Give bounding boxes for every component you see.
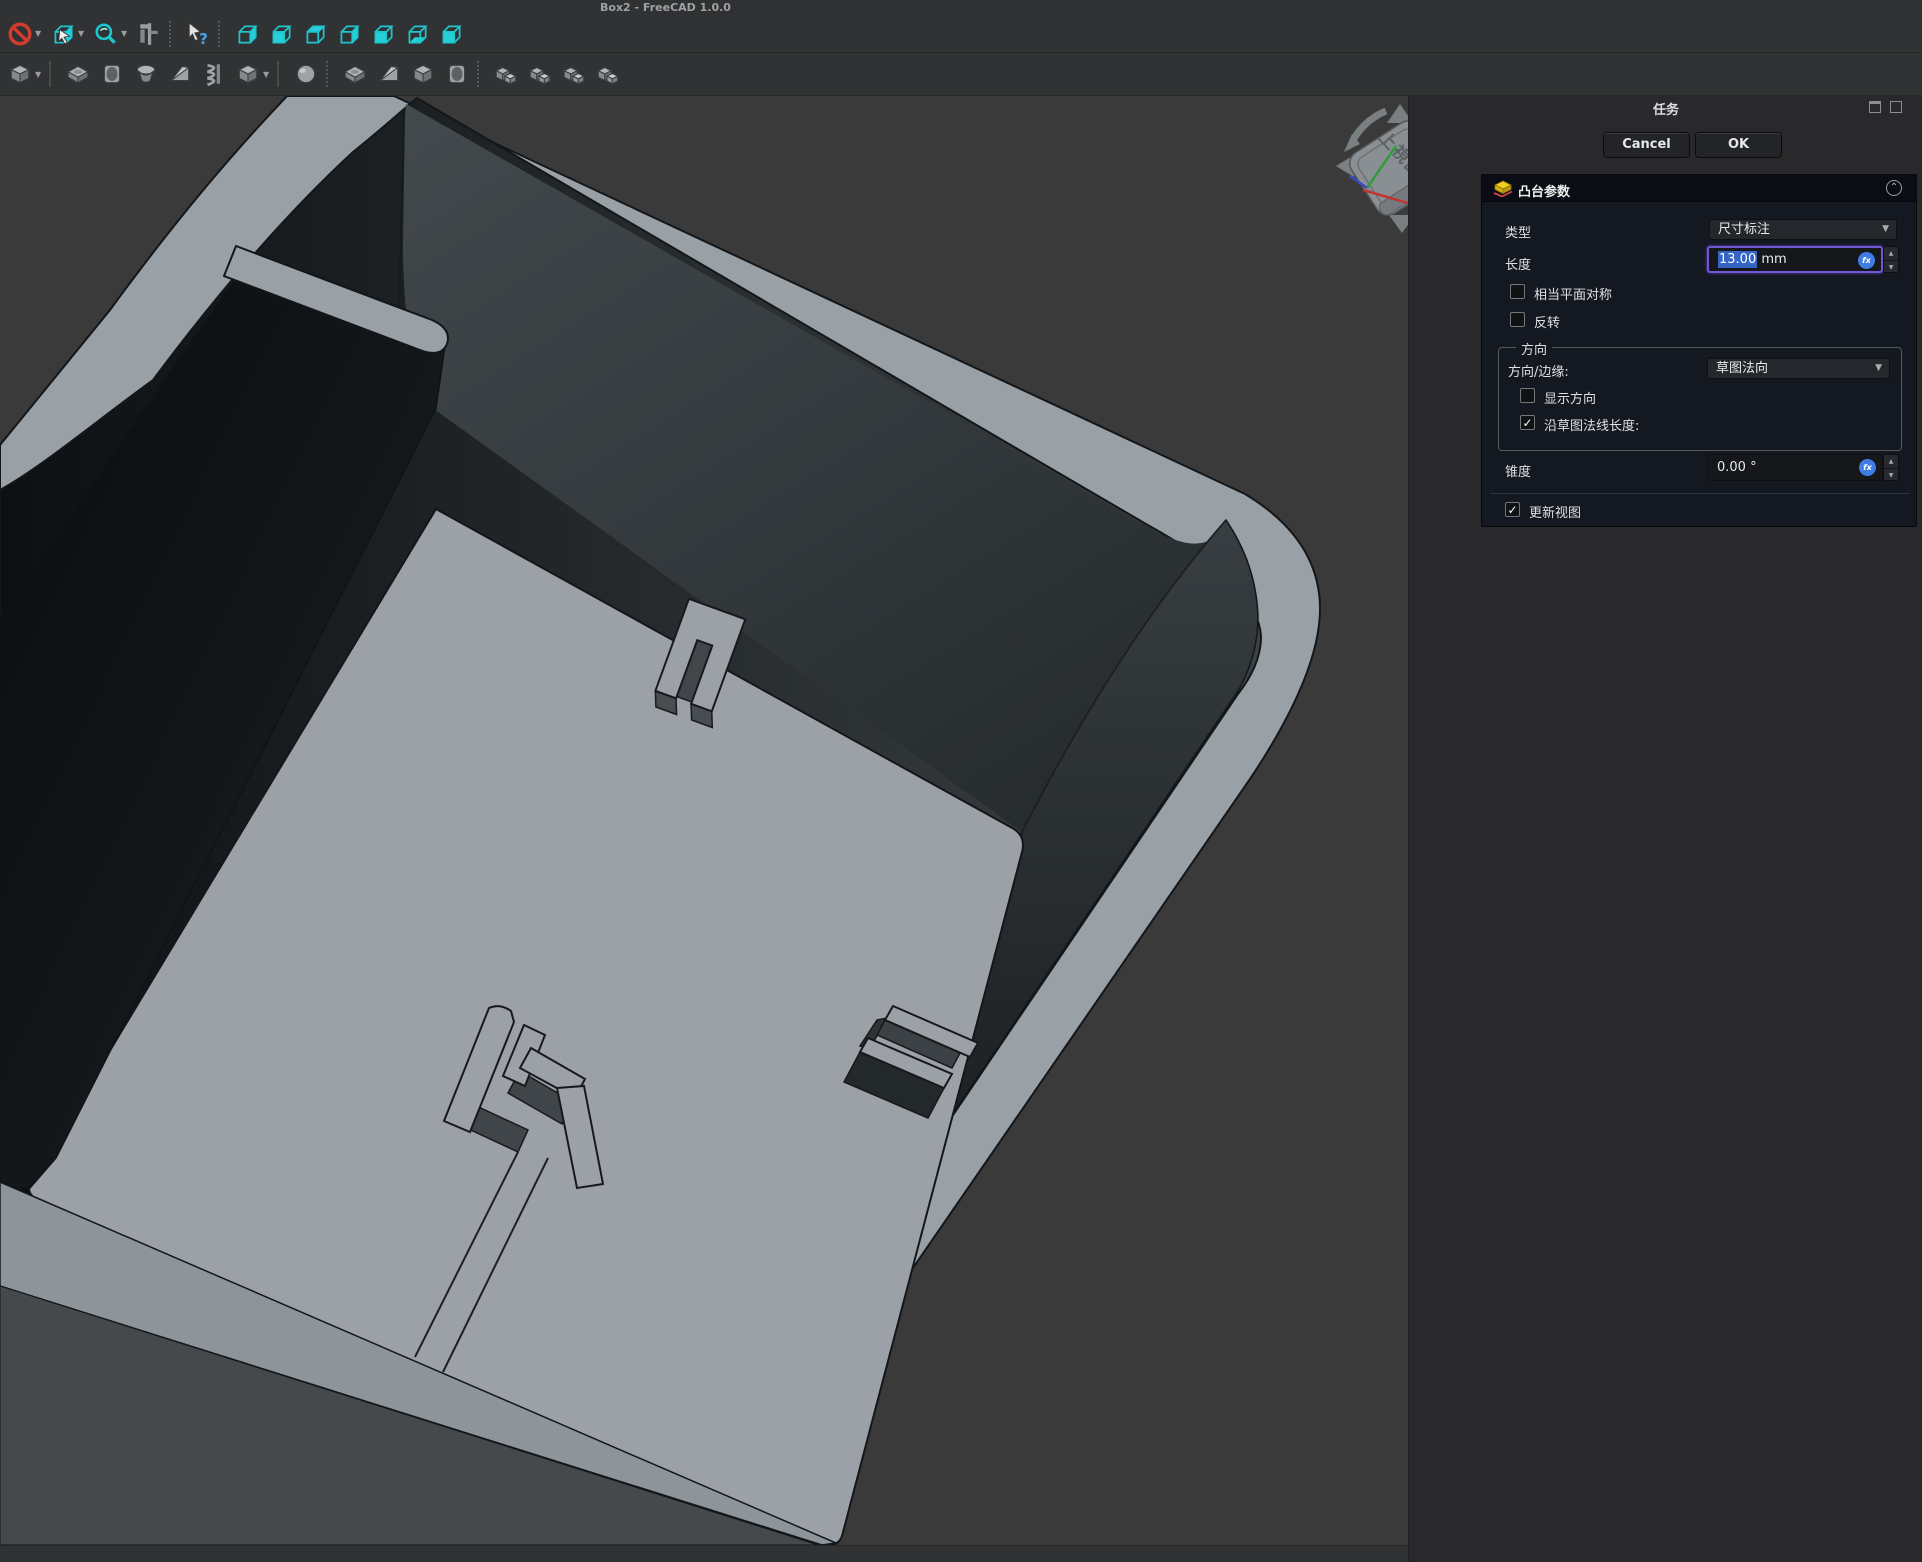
nav-arrow-down[interactable]: [1389, 215, 1408, 233]
pad-icon: [1493, 180, 1513, 197]
zoom-tools-dropdown-icon[interactable]: ▼: [121, 29, 131, 38]
view-top-icon[interactable]: [300, 19, 330, 49]
status-bar: [0, 1545, 1408, 1562]
groove-icon[interactable]: [165, 59, 195, 89]
measure-icon[interactable]: [134, 19, 164, 49]
additive-box-icon[interactable]: [340, 59, 370, 89]
create-body-icon[interactable]: [5, 59, 35, 89]
pad-parameters-title: 凸台参数: [1518, 181, 1570, 200]
view-rear-icon[interactable]: [368, 19, 398, 49]
taper-value: 0.00 °: [1717, 460, 1757, 475]
cancel-button[interactable]: Cancel: [1603, 132, 1690, 158]
length-value-selected: 13.00: [1718, 251, 1757, 268]
nav-cube-body[interactable]: [1345, 116, 1408, 220]
pad-icon[interactable]: [63, 59, 93, 89]
view-right-icon[interactable]: [334, 19, 364, 49]
expression-fx-icon[interactable]: fx: [1859, 459, 1876, 476]
direction-edge-label: 方向/边缘:: [1508, 361, 1569, 380]
boolean-intersect-icon[interactable]: [559, 59, 589, 89]
pad-parameters-header[interactable]: 凸台参数 ⌃: [1482, 175, 1916, 202]
show-direction-label: 显示方向: [1544, 388, 1596, 407]
toolbar-separator: [49, 61, 58, 87]
chevron-down-icon: ▼: [1882, 220, 1889, 239]
3d-viewport[interactable]: 上視圖: [0, 96, 1408, 1545]
direction-value: 草图法向: [1716, 361, 1768, 376]
chevron-down-icon: ▼: [1875, 359, 1882, 378]
separator: [1490, 493, 1910, 494]
abort-operation-icon[interactable]: [5, 19, 35, 49]
length-unit: mm: [1757, 252, 1786, 267]
title-bar: Box2 - FreeCAD 1.0.0: [0, 0, 1922, 15]
length-label: 长度: [1505, 254, 1531, 273]
boolean-union-icon[interactable]: [491, 59, 521, 89]
panel-float-icon[interactable]: [1869, 101, 1881, 113]
navigation-style-icon[interactable]: [48, 19, 78, 49]
type-combobox[interactable]: 尺寸标注 ▼: [1709, 219, 1897, 240]
toolbar-separator: [477, 61, 486, 87]
primitive-dropdown-icon[interactable]: ▼: [263, 70, 273, 79]
toolbar-partdesign: ▼▼: [0, 53, 1922, 96]
window-title: Box2 - FreeCAD 1.0.0: [600, 0, 731, 15]
zoom-tools-icon[interactable]: [91, 19, 121, 49]
taper-label: 锥度: [1505, 461, 1531, 480]
direction-group-label: 方向: [1516, 339, 1552, 358]
length-stepper[interactable]: ▲▼: [1883, 246, 1899, 273]
type-label: 类型: [1505, 222, 1531, 241]
boolean-xor-icon[interactable]: [593, 59, 623, 89]
view-front-icon[interactable]: [266, 19, 296, 49]
reversed-label: 反转: [1534, 312, 1560, 331]
nav-arrow-up[interactable]: [1387, 104, 1408, 123]
task-panel: 任务 Cancel OK 凸台参数 ⌃ 类型 尺寸标注 ▼ 长度 13.00 m…: [1408, 96, 1922, 1562]
whats-this-icon[interactable]: ?: [183, 19, 213, 49]
fillet-icon[interactable]: [291, 59, 321, 89]
pad-parameters-box: 凸台参数 ⌃ 类型 尺寸标注 ▼ 长度 13.00 mm fx ▲▼ 相当平面对…: [1481, 174, 1917, 527]
task-panel-title: 任务: [1409, 99, 1922, 118]
direction-combobox[interactable]: 草图法向 ▼: [1707, 358, 1890, 379]
additive-wedge-icon[interactable]: [374, 59, 404, 89]
expression-fx-icon[interactable]: fx: [1858, 252, 1875, 269]
view-isometric-icon[interactable]: [232, 19, 262, 49]
boolean-cut-icon[interactable]: [525, 59, 555, 89]
toolbar-separator: [169, 21, 178, 47]
svg-text:?: ?: [199, 29, 208, 46]
revolution-icon[interactable]: [131, 59, 161, 89]
toolbar-view: ▼ ▼ ▼?: [0, 15, 1922, 53]
view-bottom-icon[interactable]: [402, 19, 432, 49]
length-input[interactable]: 13.00 mm fx: [1707, 246, 1883, 273]
along-normal-label: 沿草图法线长度:: [1544, 415, 1639, 434]
3d-scene: 上視圖: [0, 96, 1408, 1545]
show-direction-checkbox[interactable]: [1520, 388, 1535, 403]
panel-close-icon[interactable]: [1890, 101, 1902, 113]
along-normal-checkbox[interactable]: ✓: [1520, 415, 1535, 430]
abort-operation-dropdown-icon[interactable]: ▼: [35, 29, 45, 38]
additive-cylinder-icon[interactable]: [442, 59, 472, 89]
primitive-icon[interactable]: [233, 59, 263, 89]
view-left-icon[interactable]: [436, 19, 466, 49]
pocket-icon[interactable]: [97, 59, 127, 89]
toolbar-separator: [277, 61, 286, 87]
update-view-label: 更新视图: [1529, 502, 1581, 521]
taper-stepper[interactable]: ▲▼: [1883, 454, 1899, 481]
toolbar-separator: [218, 21, 227, 47]
ok-button[interactable]: OK: [1695, 132, 1782, 158]
navigation-cube[interactable]: 上視圖: [1336, 104, 1408, 233]
reversed-checkbox[interactable]: [1510, 312, 1525, 327]
collapse-chevron-icon[interactable]: ⌃: [1886, 180, 1902, 196]
symmetric-label: 相当平面对称: [1534, 284, 1612, 303]
taper-input[interactable]: 0.00 ° fx: [1707, 454, 1883, 481]
additive-pipe-icon[interactable]: [199, 59, 229, 89]
symmetric-checkbox[interactable]: [1510, 284, 1525, 299]
update-view-checkbox[interactable]: ✓: [1505, 502, 1520, 517]
create-body-dropdown-icon[interactable]: ▼: [35, 70, 45, 79]
navigation-style-dropdown-icon[interactable]: ▼: [78, 29, 88, 38]
additive-prism-icon[interactable]: [408, 59, 438, 89]
toolbar-separator: [326, 61, 335, 87]
type-value: 尺寸标注: [1718, 222, 1770, 237]
